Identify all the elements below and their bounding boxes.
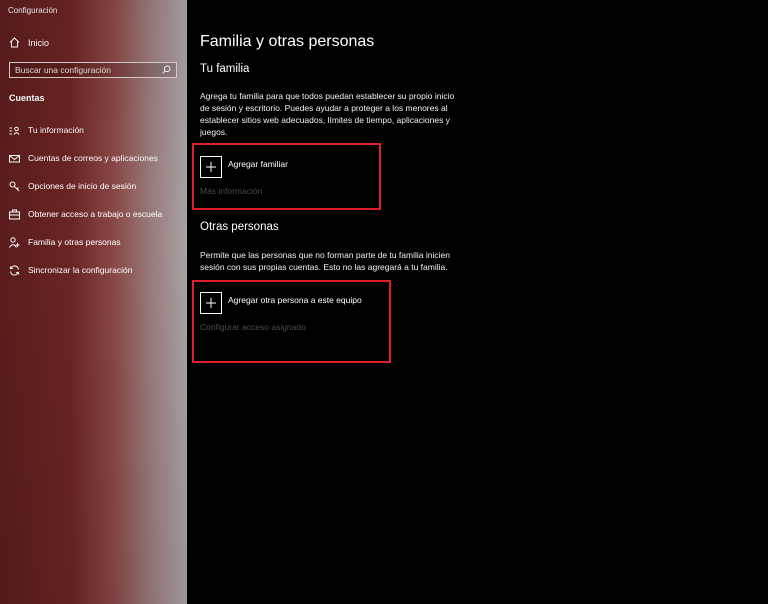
others-heading: Otras personas xyxy=(200,221,279,233)
sidebar-item-label: Familia y otras personas xyxy=(28,237,121,247)
sidebar-item-sincronizar[interactable]: Sincronizar la configuración xyxy=(0,256,187,284)
sidebar-nav: Tu información Cuentas de correos y apli… xyxy=(0,116,187,284)
sidebar-item-opciones-inicio-sesion[interactable]: Opciones de inicio de sesión xyxy=(0,172,187,200)
sidebar-item-acceso-trabajo[interactable]: Obtener acceso a trabajo o escuela xyxy=(0,200,187,228)
sync-icon xyxy=(9,264,20,276)
search-icon[interactable] xyxy=(162,61,171,79)
sidebar: Configuración Inicio Cuentas Tu informac… xyxy=(0,0,187,604)
home-nav-item[interactable]: Inicio xyxy=(9,36,49,50)
page-title: Familia y otras personas xyxy=(200,33,375,50)
sidebar-item-tu-informacion[interactable]: Tu información xyxy=(0,116,187,144)
search-box[interactable] xyxy=(9,62,177,78)
sidebar-item-label: Cuentas de correos y aplicaciones xyxy=(28,153,158,163)
highlight-box-family xyxy=(192,143,381,210)
person-card-icon xyxy=(9,125,20,136)
sidebar-item-label: Obtener acceso a trabajo o escuela xyxy=(28,209,163,219)
sidebar-item-cuentas-correo[interactable]: Cuentas de correos y aplicaciones xyxy=(0,144,187,172)
key-icon xyxy=(9,181,20,192)
highlight-box-others xyxy=(192,280,391,363)
window-title: Configuración xyxy=(8,6,58,15)
sidebar-item-label: Sincronizar la configuración xyxy=(28,265,133,275)
mail-icon xyxy=(9,153,20,164)
others-description: Permite que las personas que no forman p… xyxy=(200,250,450,272)
sidebar-item-label: Tu información xyxy=(28,125,84,135)
home-icon xyxy=(9,36,20,50)
sidebar-item-label: Opciones de inicio de sesión xyxy=(28,181,137,191)
home-label: Inicio xyxy=(28,38,50,48)
search-input[interactable] xyxy=(15,65,155,75)
person-add-icon xyxy=(9,236,20,248)
section-title: Cuentas xyxy=(9,93,45,103)
family-description: Agrega tu familia para que todos puedan … xyxy=(200,91,455,137)
family-heading: Tu familia xyxy=(200,63,250,75)
sidebar-item-familia[interactable]: Familia y otras personas xyxy=(0,228,187,256)
briefcase-icon xyxy=(9,209,20,220)
